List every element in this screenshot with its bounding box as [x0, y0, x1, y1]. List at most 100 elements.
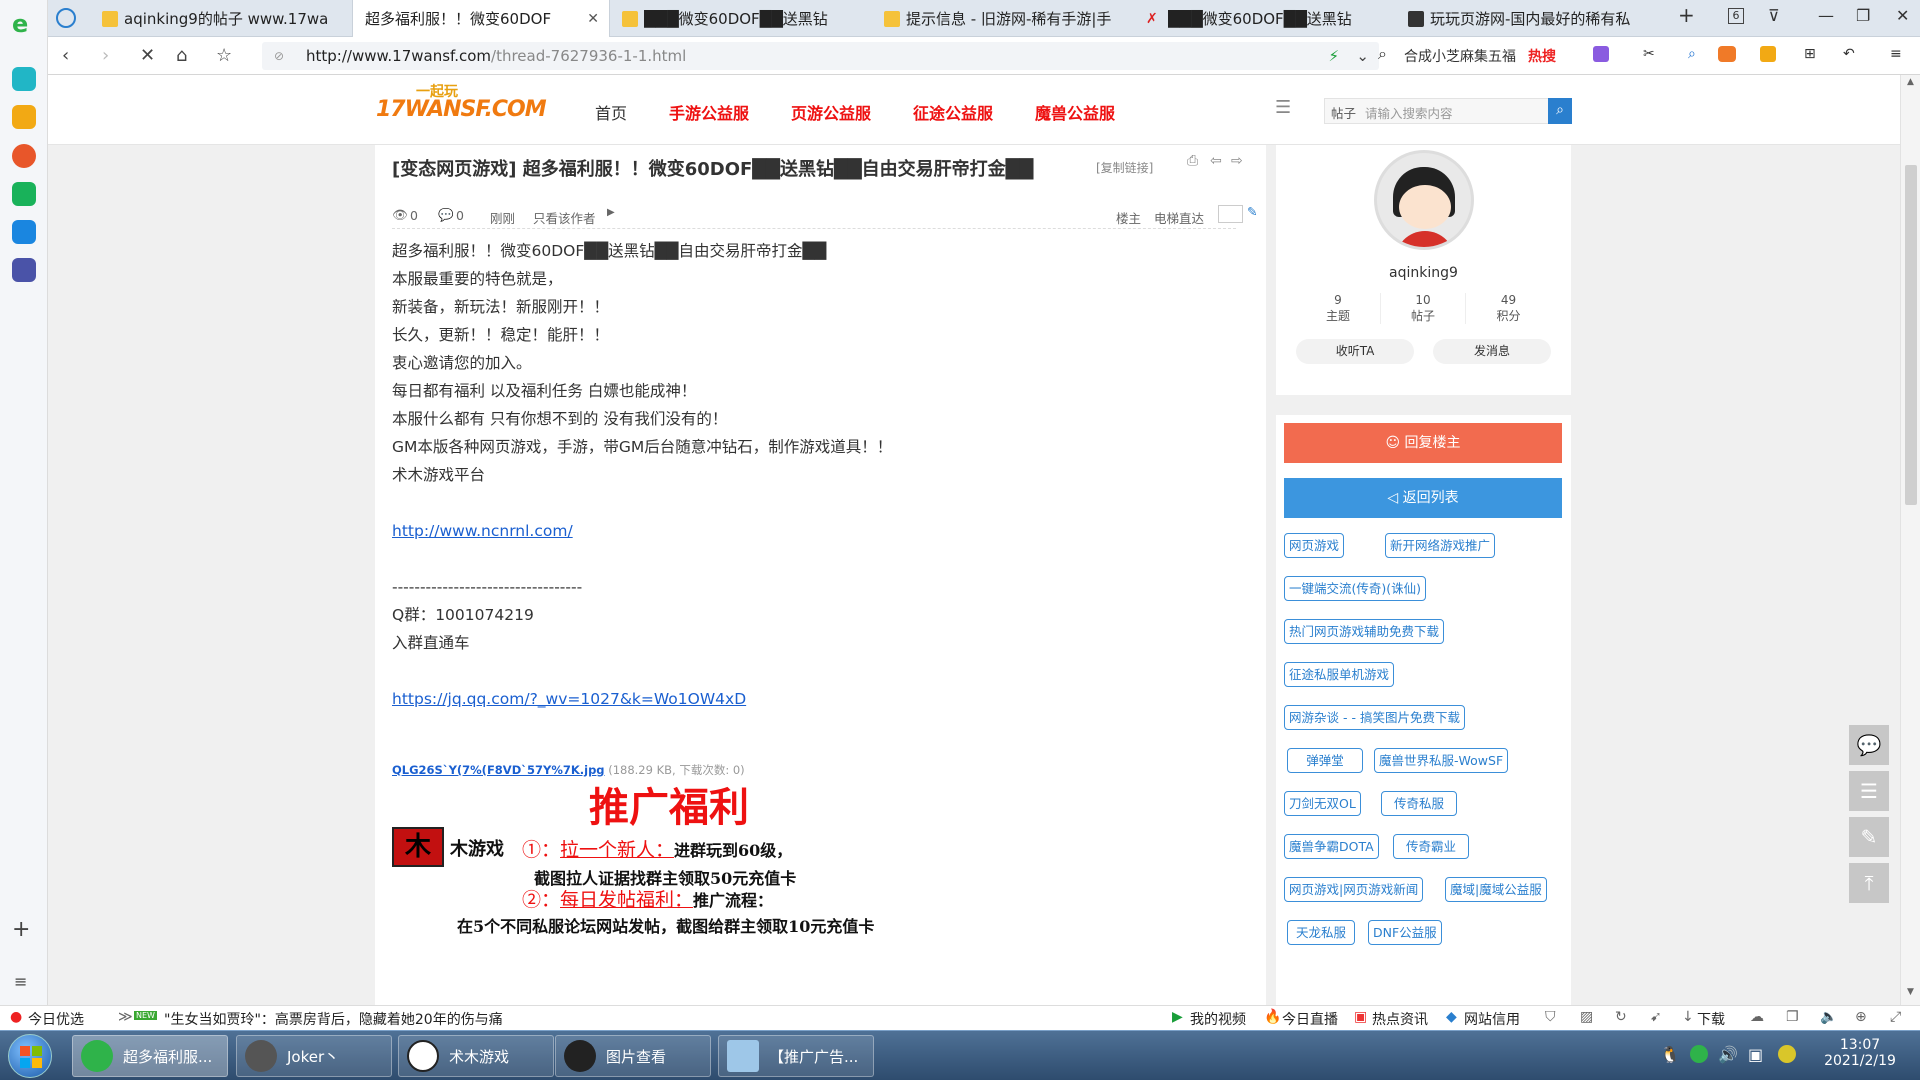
home-icon[interactable]: ⌂: [176, 45, 187, 66]
nav-zhengtu-sf[interactable]: 征途公益服: [913, 100, 993, 124]
network-tray-icon[interactable]: ▣: [1748, 1045, 1763, 1064]
browser-logo-icon[interactable]: e: [12, 12, 36, 36]
status-live[interactable]: 今日直播: [1282, 1009, 1338, 1029]
tag-link[interactable]: DNF公益服: [1368, 920, 1442, 945]
cloud-status-icon[interactable]: ☁: [1750, 1009, 1764, 1025]
status-hot-news[interactable]: 热点资讯: [1372, 1009, 1428, 1029]
app-tray-icon[interactable]: [1778, 1045, 1796, 1063]
shield-tool-icon[interactable]: [1760, 46, 1776, 62]
float-list-icon[interactable]: ☰: [1849, 771, 1889, 811]
tag-link[interactable]: 征途私服单机游戏: [1284, 662, 1395, 687]
tag-link[interactable]: 网页游戏|网页游戏新闻: [1284, 877, 1424, 902]
magnifier-tool-icon[interactable]: ⌕: [1688, 46, 1696, 62]
search-suggestion[interactable]: 合成小芝麻集五福: [1404, 46, 1516, 66]
tag-link[interactable]: 传奇霸业: [1393, 834, 1469, 859]
undo-icon[interactable]: ↶: [1843, 46, 1855, 62]
tab-1[interactable]: aqinking9的帖子 www.17wa: [90, 0, 352, 37]
volume-tray-icon[interactable]: 🔊: [1718, 1045, 1738, 1064]
hot-search-label[interactable]: 热搜: [1528, 46, 1556, 66]
tag-link[interactable]: 刀剑无双OL: [1284, 791, 1361, 816]
site-logo[interactable]: 一起玩 17WANSF.COM: [376, 83, 547, 133]
search-icon[interactable]: ⌕: [1378, 44, 1387, 64]
volume-status-icon[interactable]: 🔈: [1820, 1009, 1837, 1025]
close-window-icon[interactable]: ✕: [1896, 6, 1909, 25]
refresh-status-icon[interactable]: ↻: [1615, 1009, 1627, 1025]
daily-pick-label[interactable]: 今日优选: [28, 1009, 84, 1029]
restore-icon[interactable]: ❐: [1856, 6, 1870, 25]
task-joker[interactable]: Joker丶: [236, 1035, 392, 1077]
url-bar[interactable]: http://www.17wansf.com/thread-7627936-1-…: [262, 42, 1379, 70]
add-app-icon[interactable]: [12, 67, 36, 91]
pan-icon[interactable]: [12, 220, 36, 244]
tag-link[interactable]: 热门网页游戏辅助免费下载: [1284, 619, 1445, 644]
tag-link[interactable]: 一键端交流(传奇)(诛仙): [1284, 576, 1427, 601]
site-search-button[interactable]: ⌕: [1548, 98, 1572, 124]
minimize-icon[interactable]: —: [1818, 6, 1834, 25]
search-category[interactable]: 帖子: [1331, 103, 1356, 122]
tab-4[interactable]: 提示信息 - 旧游网-稀有手游|手: [872, 0, 1134, 37]
next-thread-icon[interactable]: ⇨: [1231, 153, 1243, 169]
float-top-icon[interactable]: ⤒: [1849, 863, 1889, 903]
game-icon[interactable]: [12, 258, 36, 282]
qq-tray-icon[interactable]: 🐧: [1660, 1045, 1680, 1064]
print-icon[interactable]: ⎙: [1187, 153, 1198, 169]
author-stat-posts[interactable]: 10 帖子: [1381, 293, 1466, 324]
forward-icon[interactable]: ›: [102, 45, 109, 66]
tag-link[interactable]: 魔域|魔域公益服: [1445, 877, 1547, 902]
task-browser[interactable]: 超多福利服...: [72, 1035, 228, 1077]
tag-link[interactable]: 魔兽世界私服-WowSF: [1374, 748, 1509, 773]
window-status-icon[interactable]: ❐: [1786, 1009, 1799, 1025]
qq-join-link[interactable]: https://jq.qq.com/?_wv=1027&k=Wo1OW4xD: [392, 685, 892, 713]
elevator-input[interactable]: [1218, 205, 1243, 223]
news-ticker[interactable]: "生女当如贾玲"：高票房背后，隐藏着她20年的伤与痛: [164, 1009, 503, 1029]
scissors-icon[interactable]: ✂: [1643, 46, 1655, 62]
float-chat-icon[interactable]: 💬: [1849, 725, 1889, 765]
website-link[interactable]: http://www.ncnrnl.com/: [392, 517, 892, 545]
scrollbar-thumb[interactable]: [1905, 165, 1917, 505]
back-icon[interactable]: ‹: [62, 45, 69, 66]
stop-icon[interactable]: ✕: [140, 45, 155, 66]
tab-close-icon[interactable]: ✕: [587, 11, 599, 27]
tab-5[interactable]: ✗ ███微变60DOF██送黑钻: [1134, 0, 1396, 37]
pin-icon[interactable]: ⊽: [1768, 6, 1780, 25]
tab-6[interactable]: 玩玩页游网-国内最好的稀有私: [1396, 0, 1658, 37]
game-tool-icon[interactable]: [1718, 46, 1736, 62]
author-stat-points[interactable]: 49 积分: [1466, 293, 1551, 324]
translate-icon[interactable]: [1593, 46, 1609, 62]
bookmark-star-icon[interactable]: ☆: [216, 45, 232, 66]
clock[interactable]: 13:07 2021/2/19: [1810, 1037, 1910, 1069]
nav-home[interactable]: 首页: [595, 100, 627, 124]
message-button[interactable]: 发消息: [1433, 339, 1551, 364]
start-button[interactable]: [8, 1034, 52, 1078]
fullscreen-status-icon[interactable]: ⤢: [1890, 1009, 1901, 1025]
author-stat-topics[interactable]: 9 主题: [1296, 293, 1381, 324]
nav-webgame-sf[interactable]: 页游公益服: [791, 100, 871, 124]
expand-icon[interactable]: ≫: [118, 1009, 133, 1025]
author-name[interactable]: aqinking9: [1276, 265, 1571, 281]
follow-button[interactable]: 收听TA: [1296, 339, 1414, 364]
tab-3[interactable]: ███微变60DOF██送黑钻: [610, 0, 872, 37]
shield-status-icon[interactable]: ⛉: [1545, 1009, 1556, 1025]
reply-author-button[interactable]: ☺ 回复楼主: [1284, 423, 1562, 463]
browser-tray-icon[interactable]: [1690, 1045, 1708, 1063]
settings-menu-icon[interactable]: ≡: [1890, 46, 1902, 62]
add-icon[interactable]: +: [12, 917, 30, 942]
task-shumu[interactable]: 术木游戏: [398, 1035, 554, 1077]
mail-icon[interactable]: [12, 182, 36, 206]
navigate-icon[interactable]: [56, 8, 76, 28]
back-to-list-button[interactable]: ◁ 返回列表: [1284, 478, 1562, 518]
avatar[interactable]: [1374, 150, 1474, 250]
speed-icon[interactable]: ⚡: [1328, 42, 1339, 70]
nav-mobile-sf[interactable]: 手游公益服: [669, 100, 749, 124]
weibo-icon[interactable]: [12, 144, 36, 168]
tag-link[interactable]: 弹弹堂: [1287, 748, 1363, 773]
new-tab-icon[interactable]: +: [1678, 3, 1695, 27]
page-scrollbar[interactable]: ▲ ▼: [1900, 75, 1920, 1005]
menu-icon[interactable]: ≡: [14, 972, 27, 991]
tab-count-badge[interactable]: 6: [1728, 8, 1744, 24]
grid-icon[interactable]: ⊞: [1804, 46, 1816, 62]
list-view-icon[interactable]: ☰: [1275, 97, 1291, 118]
rocket-status-icon[interactable]: ➹: [1650, 1009, 1662, 1025]
site-search-input[interactable]: 请输入搜索内容: [1365, 103, 1453, 122]
task-notepad[interactable]: 【推广广告...: [718, 1035, 874, 1077]
